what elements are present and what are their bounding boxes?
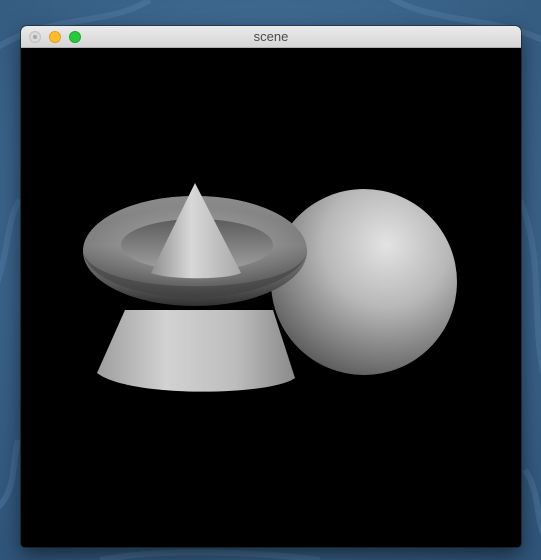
window-title: scene bbox=[253, 29, 289, 44]
render-viewport[interactable] bbox=[21, 48, 521, 547]
app-window: scene bbox=[21, 26, 521, 547]
scene-canvas bbox=[83, 183, 457, 392]
truncated-cone-object bbox=[97, 310, 295, 392]
title-bar[interactable]: scene bbox=[21, 26, 521, 48]
sphere-object bbox=[271, 189, 457, 375]
desktop-background: scene bbox=[0, 0, 541, 560]
